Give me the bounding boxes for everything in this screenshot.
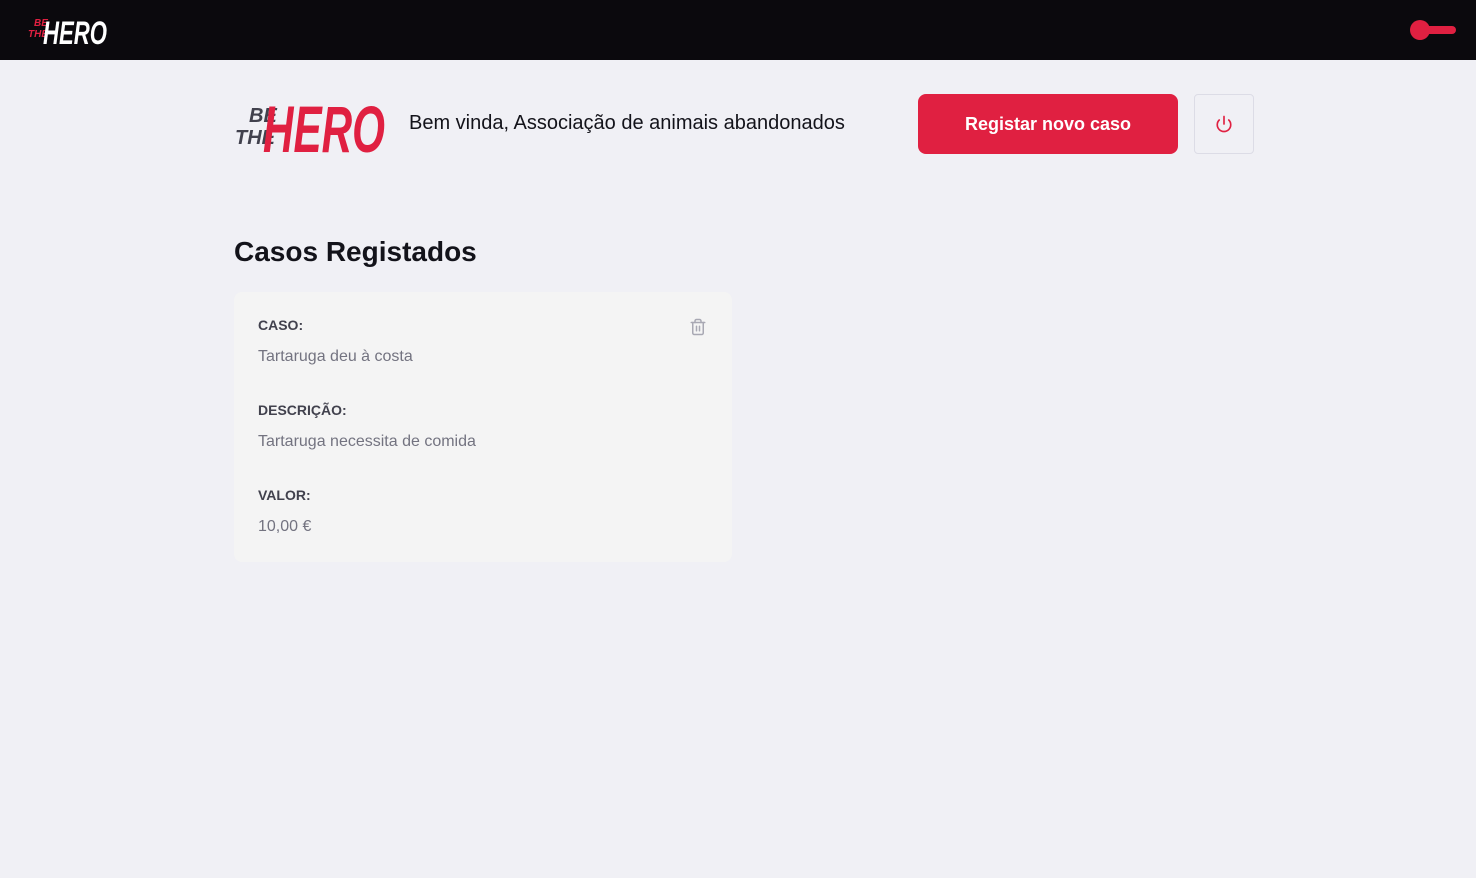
header-logo-word: HERO [263, 92, 385, 158]
delete-case-button[interactable] [686, 316, 710, 338]
value-label: VALOR: [258, 487, 311, 503]
welcome-text: Bem vinda, Associação de animais abandon… [409, 112, 845, 134]
toggle-knob [1410, 20, 1430, 40]
trash-icon [690, 318, 706, 336]
theme-toggle[interactable] [1410, 20, 1456, 40]
case-label: CASO: [258, 317, 304, 333]
brand-logo[interactable]: BE THE HERO [26, 12, 110, 48]
top-bar: BE THE HERO [0, 0, 1476, 60]
power-icon [1216, 115, 1232, 133]
logout-button[interactable] [1194, 94, 1254, 154]
description-value: Tartaruga necessita de comida [258, 433, 476, 450]
case-card: CASO: Tartaruga deu à costa DESCRIÇÃO: T… [234, 292, 732, 562]
logo-word: HERO [43, 15, 107, 48]
page-title: Casos Registados [234, 236, 477, 267]
case-value: Tartaruga deu à costa [258, 348, 413, 365]
register-new-case-button[interactable]: Registar novo caso [918, 94, 1178, 154]
header-logo: BE THE HERO [235, 92, 385, 158]
description-label: DESCRIÇÃO: [258, 402, 347, 418]
value-value: 10,00 € [258, 518, 312, 535]
